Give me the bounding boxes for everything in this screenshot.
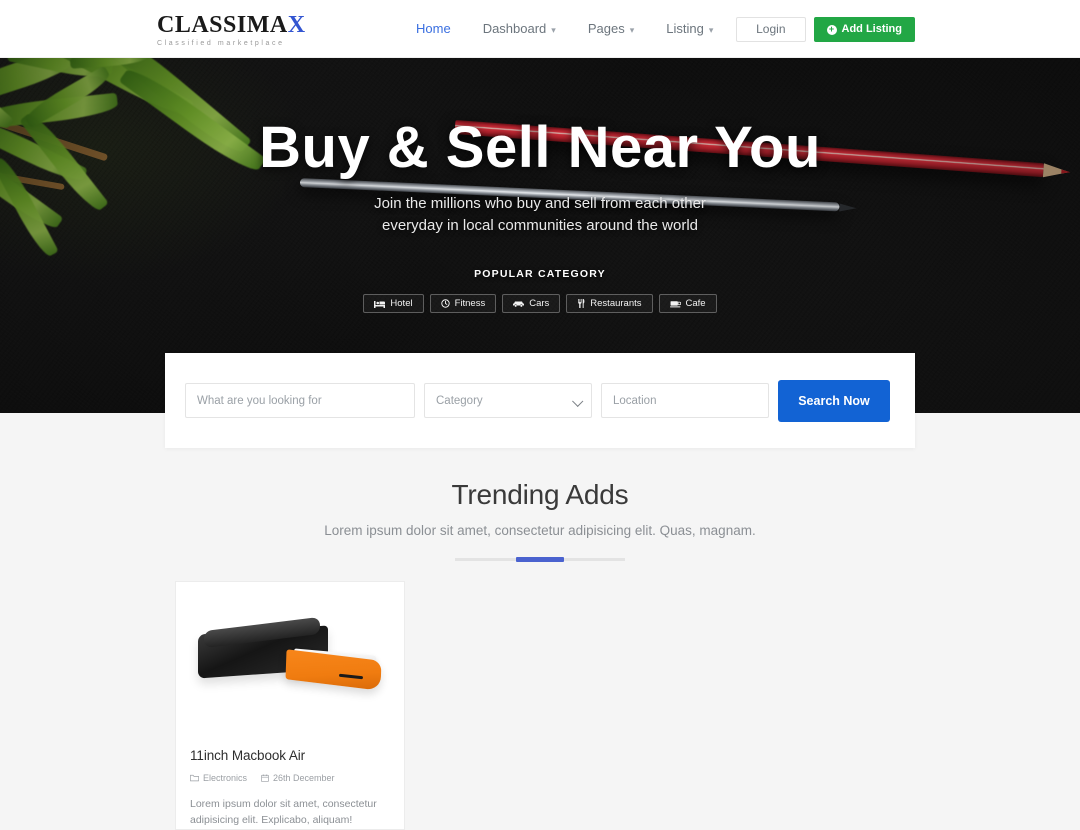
trending-title: Trending Adds <box>451 479 629 510</box>
car-icon <box>513 300 525 308</box>
logo-text-accent: X <box>287 12 306 38</box>
login-button[interactable]: Login <box>736 17 806 42</box>
dumbbell-icon <box>440 299 450 309</box>
search-panel: Category Search Now <box>165 353 915 448</box>
listing-card-date: 26th December <box>261 773 335 783</box>
category-pill-label: Cafe <box>685 298 706 310</box>
coffee-icon <box>669 300 681 308</box>
site-header: CLASSIMAX Classified marketplace Home Da… <box>0 0 1080 58</box>
listing-card-date-label: 26th December <box>273 773 335 783</box>
listing-card[interactable]: 11inch Macbook Air Electronics 26th Dece… <box>175 581 405 830</box>
chevron-down-icon: ▾ <box>629 25 635 35</box>
nav-item-pages[interactable]: Pages ▾ <box>572 0 650 58</box>
listing-card-description: Lorem ipsum dolor sit amet, consectetur … <box>190 798 377 827</box>
nav-label-listing: Listing <box>666 21 704 36</box>
nav-label-home: Home <box>416 21 451 36</box>
category-pill-label: Hotel <box>390 298 413 310</box>
nav-label-dashboard: Dashboard <box>482 21 547 36</box>
search-category-wrapper: Category <box>424 383 592 418</box>
category-pill-label: Fitness <box>454 298 486 310</box>
search-location-input[interactable] <box>601 383 769 418</box>
trending-card-grid: 11inch Macbook Air Electronics 26th Dece… <box>175 581 405 830</box>
chevron-down-icon: ▾ <box>708 25 714 35</box>
search-keyword-input[interactable] <box>185 383 415 418</box>
logo-text-main: CLASSIMA <box>157 12 288 38</box>
trending-subtitle: Lorem ipsum dolor sit amet, consectetur … <box>324 523 756 538</box>
nav-label-pages: Pages <box>587 21 625 36</box>
folder-icon <box>190 774 199 782</box>
category-pill-cafe[interactable]: Cafe <box>658 294 717 314</box>
popular-category-label: POPULAR CATEGORY <box>474 268 606 281</box>
hero-title: Buy & Sell Near You <box>259 115 821 180</box>
popular-category-pills: Hotel Fitness Cars Restaurants Cafe <box>0 294 1080 314</box>
category-pill-restaurants[interactable]: Restaurants <box>566 294 653 314</box>
site-logo[interactable]: CLASSIMAX Classified marketplace <box>157 13 307 47</box>
utensils-icon <box>577 299 585 309</box>
listing-card-category-label: Electronics <box>203 773 248 783</box>
add-listing-label: Add Listing <box>841 23 903 35</box>
logo-wordmark: CLASSIMAX <box>157 13 307 37</box>
bed-icon <box>374 300 386 308</box>
trending-section: Trending Adds Lorem ipsum dolor sit amet… <box>0 413 1080 830</box>
listing-card-body: 11inch Macbook Air Electronics 26th Dece… <box>176 734 404 829</box>
category-pill-label: Cars <box>529 298 550 310</box>
category-pill-fitness[interactable]: Fitness <box>429 294 497 314</box>
listing-card-meta: Electronics 26th December <box>190 773 390 783</box>
hero-subtitle-line-2: everyday in local communities around the… <box>382 216 698 234</box>
hero-subtitle: Join the millions who buy and sell from … <box>0 193 1080 237</box>
chevron-down-icon: ▾ <box>551 25 556 35</box>
logo-tagline: Classified marketplace <box>157 40 285 47</box>
header-actions: Login + Add Listing <box>736 17 915 42</box>
calendar-icon <box>261 774 269 782</box>
search-form: Category Search Now <box>165 379 915 422</box>
add-listing-button[interactable]: + Add Listing <box>813 17 915 42</box>
hero-subtitle-line-1: Join the millions who buy and sell from … <box>374 194 706 212</box>
search-category-select[interactable]: Category <box>424 383 592 418</box>
search-now-button[interactable]: Search Now <box>778 379 890 422</box>
plus-circle-icon: + <box>826 24 837 35</box>
category-pill-label: Restaurants <box>590 298 642 310</box>
nav-item-dashboard[interactable]: Dashboard ▾ <box>467 0 572 58</box>
main-navigation: Home Dashboard ▾ Pages ▾ Listing ▾ <box>400 0 729 58</box>
nav-item-home[interactable]: Home <box>400 0 467 58</box>
listing-card-category: Electronics <box>190 773 247 783</box>
category-pill-hotel[interactable]: Hotel <box>363 294 424 314</box>
listing-card-image <box>176 582 404 734</box>
section-divider <box>455 558 625 561</box>
hero-content: Buy & Sell Near You Join the millions wh… <box>0 115 1080 314</box>
nav-item-listing[interactable]: Listing ▾ <box>650 0 729 58</box>
listing-card-title: 11inch Macbook Air <box>190 748 306 763</box>
category-pill-cars[interactable]: Cars <box>502 294 561 314</box>
